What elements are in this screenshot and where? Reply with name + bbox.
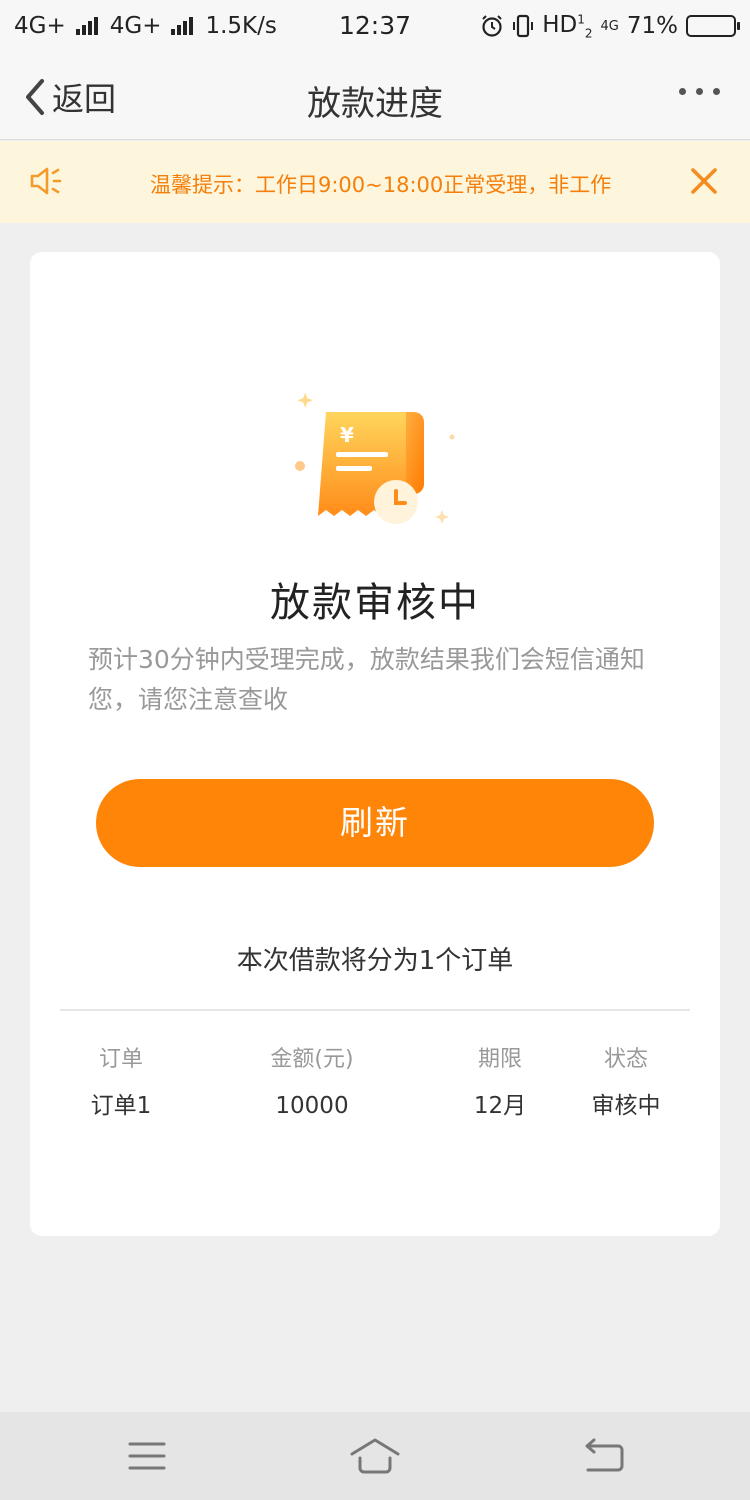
status-title: 放款审核中 [270, 580, 480, 626]
battery-icon [686, 15, 740, 37]
hd-label: HD12 [542, 11, 593, 41]
more-button[interactable] [679, 88, 720, 95]
nav-bar: 返回 放款进度 [0, 52, 750, 140]
column-header-amount: 金额(元) [270, 1047, 354, 1072]
order-split-text: 本次借款将分为1个订单 [236, 946, 514, 976]
status-bar: 4G+ 4G+ 1.5K/s 12:37 HD12 4G 71% [0, 0, 750, 52]
close-icon[interactable] [688, 165, 720, 197]
network-speed: 1.5K/s [205, 13, 277, 39]
progress-card: ¥ 放款审核中 预计30分钟内受理完成，放款结果我们会短信通知您，请您注意查收 … [30, 252, 720, 1236]
receipt-clock-icon: ¥ [295, 392, 455, 524]
signal-icon [171, 17, 194, 35]
status-description: 预计30分钟内受理完成，放款结果我们会短信通知您，请您注意查收 [88, 645, 645, 714]
amount-cell: 10000 [275, 1093, 349, 1119]
more-dots-icon [679, 88, 686, 95]
term-cell: 12月 [473, 1093, 527, 1119]
chevron-left-icon [26, 79, 44, 115]
speaker-icon [30, 167, 62, 195]
return-icon[interactable] [578, 1438, 628, 1474]
back-label: 返回 [52, 80, 117, 118]
signal-icon [75, 17, 98, 35]
net-type: 4G [600, 18, 619, 34]
status-left: 4G+ 4G+ 1.5K/s [14, 13, 480, 39]
svg-text:¥: ¥ [340, 423, 354, 447]
status-column: 状态 审核中 [576, 1040, 676, 1128]
notice-text: 温馨提示：工作日9:00~18:00正常受理，非工作 [150, 173, 612, 197]
column-header-order: 订单 [98, 1047, 143, 1072]
home-icon[interactable] [350, 1438, 400, 1474]
more-dots-icon [696, 88, 703, 95]
battery-percent: 71% [626, 13, 678, 39]
menu-icon[interactable] [122, 1438, 172, 1474]
status-right: HD12 4G 71% [480, 11, 740, 41]
order-name-cell: 订单1 [90, 1093, 152, 1119]
refresh-button[interactable]: 刷新 [96, 779, 654, 867]
system-nav-bar [0, 1412, 750, 1500]
alarm-icon [482, 15, 502, 37]
notice-bar: 温馨提示：工作日9:00~18:00正常受理，非工作 [0, 141, 750, 223]
back-button[interactable]: 返回 [22, 74, 116, 120]
more-dots-icon [713, 88, 720, 95]
order-column: 订单 订单1 [76, 1040, 166, 1128]
vibrate-icon [513, 14, 534, 38]
column-header-term: 期限 [477, 1047, 522, 1072]
hd-text: HD [542, 11, 578, 38]
carrier-2: 4G+ [109, 13, 162, 39]
term-column: 期限 12月 [450, 1040, 550, 1128]
carrier-1: 4G+ [14, 13, 66, 39]
column-header-status: 状态 [603, 1047, 648, 1072]
amount-column: 金额(元) 10000 [252, 1040, 372, 1128]
divider [60, 1009, 690, 1011]
status-cell: 审核中 [591, 1093, 661, 1119]
